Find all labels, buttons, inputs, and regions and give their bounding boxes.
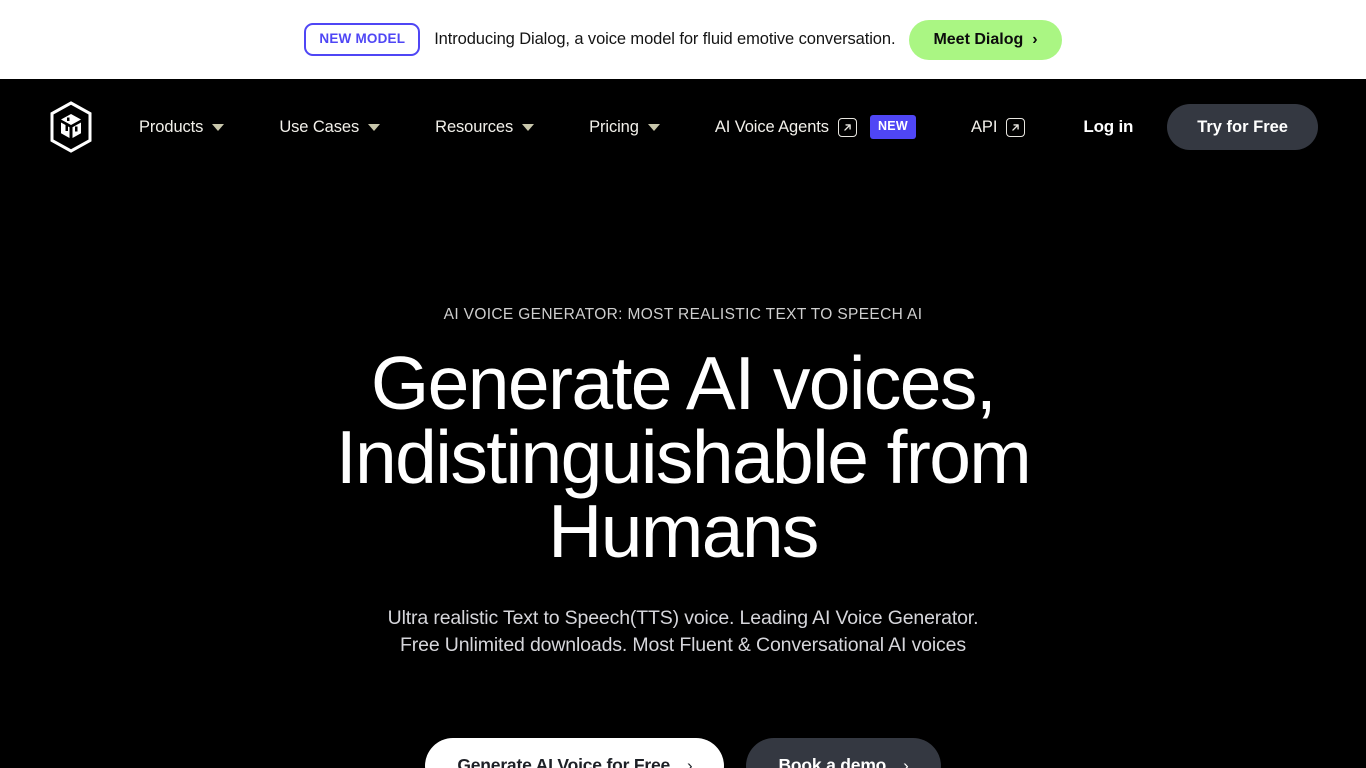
- external-link-icon: [837, 117, 857, 137]
- hero-subheading: Ultra realistic Text to Speech(TTS) voic…: [388, 605, 979, 659]
- nav-item-ai-voice-agents[interactable]: AI Voice Agents NEW: [715, 115, 944, 139]
- nav-item-label: Pricing: [589, 117, 639, 136]
- nav-links: Products Use Cases Resources Pricing AI …: [139, 115, 1053, 139]
- nav-item-label: AI Voice Agents: [714, 117, 829, 136]
- nav-new-badge: NEW: [869, 115, 917, 139]
- nav-item-pricing[interactable]: Pricing: [589, 118, 688, 137]
- generate-ai-voice-button[interactable]: Generate AI Voice for Free ›: [425, 738, 725, 768]
- nav-item-label: Resources: [435, 117, 514, 136]
- chevron-right-icon: ›: [903, 756, 909, 768]
- announcement-banner: NEW MODEL Introducing Dialog, a voice mo…: [0, 0, 1366, 79]
- nav-item-label: API: [971, 117, 998, 136]
- try-for-free-button[interactable]: Try for Free: [1167, 103, 1318, 151]
- nav-item-api[interactable]: API: [971, 117, 1053, 137]
- nav-item-use-cases[interactable]: Use Cases: [279, 118, 408, 137]
- hero-section: AI VOICE GENERATOR: MOST REALISTIC TEXT …: [0, 175, 1366, 768]
- nav-item-label: Products: [139, 117, 204, 136]
- chevron-down-icon: [522, 123, 535, 131]
- login-link[interactable]: Log in: [1071, 109, 1145, 145]
- brand-logo[interactable]: [48, 101, 94, 153]
- headline-line-3: Humans: [548, 489, 819, 573]
- subheading-line-2: Free Unlimited downloads. Most Fluent & …: [400, 634, 966, 656]
- page-title: Generate AI voices, Indistinguishable fr…: [335, 346, 1032, 569]
- hero-eyebrow: AI VOICE GENERATOR: MOST REALISTIC TEXT …: [443, 306, 923, 323]
- nav-item-label: Use Cases: [279, 117, 360, 136]
- headline-line-2: Indistinguishable from: [335, 415, 1032, 499]
- chevron-right-icon: ›: [687, 756, 693, 768]
- hero-cta-row: Generate AI Voice for Free › Book a demo…: [425, 738, 941, 768]
- nav-actions: Log in Try for Free: [1071, 103, 1318, 151]
- announcement-text: Introducing Dialog, a voice model for fl…: [434, 30, 896, 48]
- chevron-down-icon: [368, 123, 381, 131]
- book-a-demo-label: Book a demo: [778, 755, 887, 768]
- nav-item-products[interactable]: Products: [139, 118, 252, 137]
- book-a-demo-button[interactable]: Book a demo ›: [746, 738, 941, 768]
- chevron-down-icon: [647, 123, 660, 131]
- chevron-down-icon: [212, 123, 225, 131]
- headline-line-1: Generate AI voices,: [370, 341, 997, 425]
- meet-dialog-label: Meet Dialog: [933, 30, 1024, 48]
- external-link-icon: [1006, 117, 1026, 137]
- subheading-line-1: Ultra realistic Text to Speech(TTS) voic…: [387, 607, 979, 629]
- chevron-right-icon: ›: [1032, 30, 1038, 48]
- main-navigation: Products Use Cases Resources Pricing AI …: [0, 79, 1366, 175]
- nav-item-resources[interactable]: Resources: [435, 118, 562, 137]
- new-model-badge: NEW MODEL: [304, 23, 421, 56]
- meet-dialog-button[interactable]: Meet Dialog ›: [909, 19, 1062, 60]
- generate-ai-voice-label: Generate AI Voice for Free: [457, 755, 671, 768]
